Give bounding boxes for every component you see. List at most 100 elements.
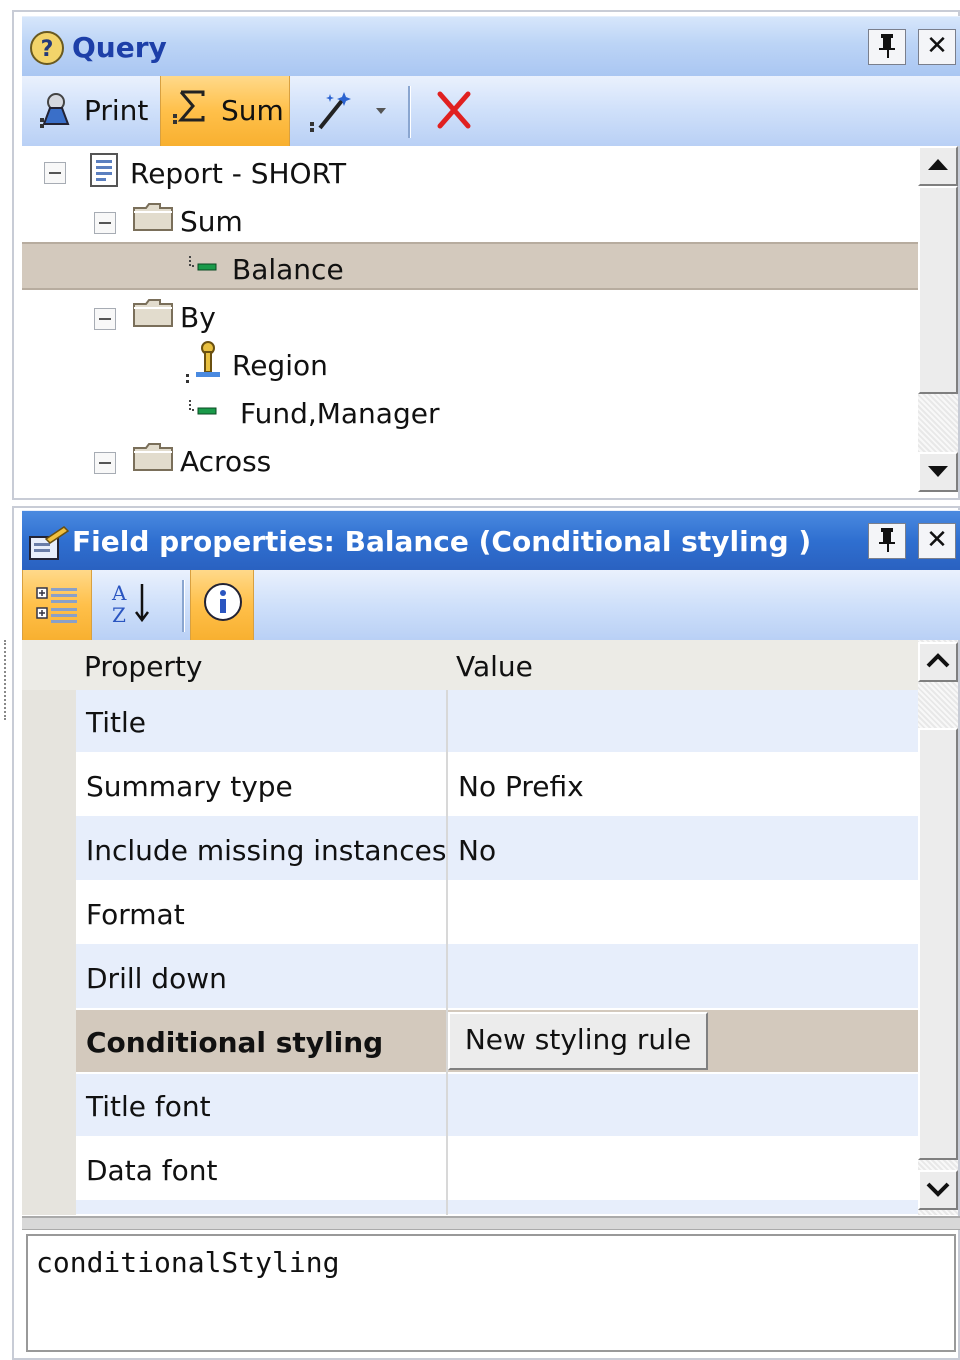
categorized-icon — [36, 587, 77, 623]
property-name: Summary type — [86, 770, 293, 803]
property-grid: Property Value Title Summary type No Pre… — [22, 640, 918, 1215]
collapse-toggle[interactable] — [94, 308, 116, 330]
collapse-toggle[interactable] — [44, 162, 66, 184]
grid-scrollbar[interactable] — [918, 640, 958, 1215]
wizard-button[interactable] — [300, 76, 400, 146]
tree-node-sum[interactable]: Sum — [22, 196, 918, 244]
info-icon — [204, 583, 242, 621]
close-button[interactable]: ✕ — [918, 29, 956, 65]
delete-icon — [437, 91, 471, 129]
query-toolbar: Print Sum — [22, 76, 960, 146]
properties-icon — [29, 526, 70, 560]
print-label: Print — [84, 94, 149, 127]
property-row-include-missing[interactable]: Include missing instances No — [76, 818, 918, 882]
print-icon — [40, 93, 70, 128]
property-row-format[interactable]: Format — [76, 882, 918, 946]
folder-icon — [133, 203, 173, 231]
value-column-header[interactable]: Value — [456, 650, 533, 683]
description-splitter[interactable] — [22, 1216, 960, 1230]
print-button[interactable]: Print — [30, 76, 160, 146]
toolbar-separator — [182, 580, 185, 632]
alphabetical-sort-button[interactable]: A Z — [94, 570, 174, 640]
description-pane: conditionalStyling — [26, 1234, 956, 1352]
property-row-partial — [76, 1202, 918, 1215]
property-pages-button[interactable] — [190, 570, 254, 640]
collapse-toggle[interactable] — [94, 212, 116, 234]
field-icon — [189, 256, 217, 271]
property-name: Include missing instances — [86, 834, 447, 867]
arrow-up-icon — [928, 159, 948, 170]
dropdown-arrow-icon[interactable] — [374, 106, 388, 116]
svg-text:Z: Z — [112, 603, 126, 627]
tree-node-report[interactable]: Report - SHORT — [22, 148, 918, 196]
categorized-view-button[interactable] — [22, 570, 92, 640]
report-icon — [90, 153, 118, 187]
sum-button[interactable]: Sum — [160, 76, 290, 146]
property-value[interactable]: No — [458, 834, 496, 867]
delete-button[interactable] — [422, 76, 482, 146]
arrow-up-icon — [926, 653, 950, 668]
tree-node-across[interactable]: Across — [22, 436, 918, 484]
close-button[interactable]: ✕ — [918, 523, 956, 559]
tree-label: Report - SHORT — [130, 157, 347, 190]
tree-node-region[interactable]: Region — [22, 340, 918, 388]
column-divider[interactable] — [446, 690, 448, 1215]
property-name: Format — [86, 898, 185, 931]
scroll-thumb[interactable] — [918, 186, 958, 394]
query-title: Query — [72, 31, 167, 64]
tree-label: By — [180, 301, 216, 334]
scroll-up-button[interactable] — [918, 642, 958, 682]
property-name: Data font — [86, 1154, 218, 1187]
pin-button[interactable] — [868, 523, 906, 559]
property-name: Conditional styling — [86, 1026, 384, 1059]
scroll-thumb[interactable] — [918, 728, 958, 1160]
tree-label: Fund,Manager — [240, 397, 440, 430]
arrow-down-icon — [928, 466, 948, 477]
collapse-toggle[interactable] — [94, 452, 116, 474]
property-row-title[interactable]: Title — [76, 690, 918, 754]
scroll-down-button[interactable] — [918, 1170, 958, 1210]
properties-title: Field properties: Balance (Conditional s… — [72, 525, 812, 558]
arrow-down-icon — [926, 1182, 950, 1197]
tree-node-fund-manager[interactable]: Fund,Manager — [22, 388, 918, 436]
key-icon — [186, 341, 220, 383]
help-icon: ? — [30, 31, 64, 65]
folder-icon — [133, 443, 173, 471]
property-row-data-font[interactable]: Data font — [76, 1138, 918, 1202]
property-name: Title — [86, 706, 147, 739]
properties-title-bar: Field properties: Balance (Conditional s… — [22, 510, 960, 571]
scroll-up-button[interactable] — [918, 146, 958, 186]
sigma-icon — [173, 90, 205, 124]
query-tree: Report - SHORT Sum Balance By Region Fun… — [22, 146, 918, 492]
svg-text:?: ? — [41, 37, 54, 62]
new-styling-rule-button[interactable]: New styling rule — [448, 1012, 708, 1070]
tree-scrollbar[interactable] — [918, 146, 958, 492]
dock-splitter[interactable] — [4, 640, 8, 720]
tree-node-by[interactable]: By — [22, 292, 918, 340]
tree-label: Region — [232, 349, 328, 382]
scroll-down-button[interactable] — [918, 452, 958, 492]
description-text: conditionalStyling — [36, 1246, 340, 1279]
property-row-title-font[interactable]: Title font — [76, 1074, 918, 1138]
sum-label: Sum — [221, 94, 284, 127]
folder-icon — [133, 299, 173, 327]
properties-toolbar: A Z — [22, 570, 960, 640]
property-name: Title font — [86, 1090, 211, 1123]
tree-label: Across — [180, 445, 272, 478]
pin-icon — [879, 34, 895, 58]
tree-label: Sum — [180, 205, 243, 238]
property-row-conditional-styling[interactable]: Conditional styling New styling rule — [76, 1010, 918, 1074]
pin-button[interactable] — [868, 29, 906, 65]
tree-label: Balance — [232, 253, 344, 286]
pin-icon — [879, 528, 895, 552]
svg-text:A: A — [111, 581, 127, 605]
field-icon — [189, 400, 217, 415]
toolbar-separator — [408, 86, 411, 138]
query-title-bar: ? Query ✕ — [22, 16, 960, 77]
property-value[interactable]: No Prefix — [458, 770, 584, 803]
property-row-drill-down[interactable]: Drill down — [76, 946, 918, 1010]
property-column-header[interactable]: Property — [84, 650, 202, 683]
property-row-summary-type[interactable]: Summary type No Prefix — [76, 754, 918, 818]
tree-node-balance[interactable]: Balance — [22, 242, 918, 290]
sort-az-icon: A Z — [111, 581, 149, 627]
